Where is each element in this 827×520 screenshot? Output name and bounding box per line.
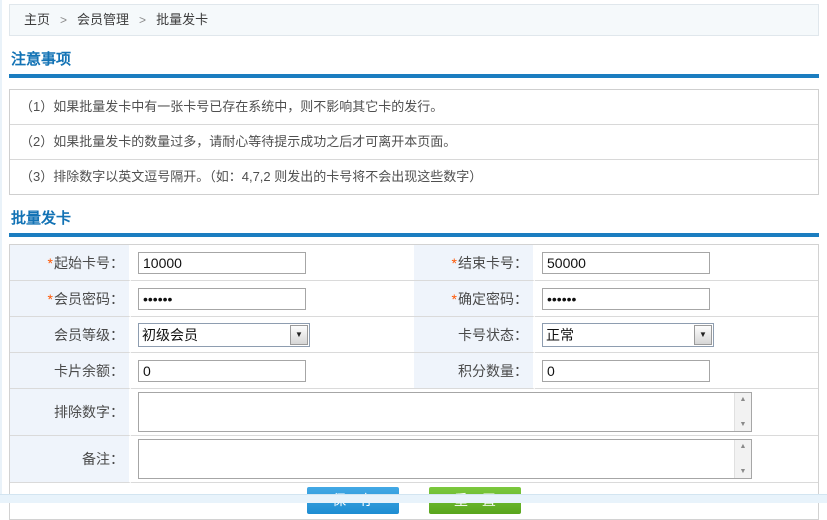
card-balance-input[interactable] [138, 360, 306, 382]
member-level-label: 会员等级： [10, 317, 131, 353]
scroll-up-icon[interactable]: ▲ [740, 443, 747, 450]
member-password-input[interactable] [138, 288, 306, 310]
member-level-select-wrap: 初级会员 ▼ [138, 323, 310, 347]
remark-textarea-wrap: ▲▼ [138, 439, 752, 479]
member-level-select[interactable]: 初级会员 [138, 323, 310, 347]
exclude-digits-textarea[interactable] [139, 393, 734, 431]
exclude-digits-label: 排除数字： [10, 389, 131, 436]
confirm-password-label: *确定密码： [414, 281, 535, 317]
exclude-digits-cell: ▲▼ [131, 389, 818, 436]
notice-item: （2）如果批量发卡的数量过多，请耐心等待提示成功之后才可离开本页面。 [10, 125, 818, 160]
required-mark: * [48, 255, 53, 271]
notice-item: （1）如果批量发卡中有一张卡号已存在系统中，则不影响其它卡的发行。 [10, 90, 818, 125]
notice-section-divider [9, 74, 819, 78]
batch-issue-form: *起始卡号： *结束卡号： *会员密码： *确定密码： 会员等级： [9, 244, 819, 520]
points-label: 积分数量： [414, 353, 535, 389]
member-password-cell [131, 281, 414, 317]
remark-cell: ▲▼ [131, 436, 818, 483]
form-row: 卡片余额： 积分数量： [10, 353, 818, 389]
breadcrumb-batch-issue: 批量发卡 [156, 12, 208, 27]
breadcrumb-separator-icon: > [60, 13, 67, 27]
exclude-digits-textarea-wrap: ▲▼ [138, 392, 752, 432]
footer-strip [0, 494, 827, 503]
page-left-edge [0, 0, 2, 503]
remark-textarea[interactable] [139, 440, 734, 478]
end-card-label: *结束卡号： [414, 245, 535, 281]
page: 主页 > 会员管理 > 批量发卡 注意事项 （1）如果批量发卡中有一张卡号已存在系统中，… [0, 0, 827, 520]
card-balance-cell [131, 353, 414, 389]
points-cell [535, 353, 818, 389]
breadcrumb: 主页 > 会员管理 > 批量发卡 [9, 4, 819, 36]
start-card-cell [131, 245, 414, 281]
breadcrumb-member-management[interactable]: 会员管理 [77, 12, 129, 27]
notice-item: （3）排除数字以英文逗号隔开。（如：4,7,2 则发出的卡号将不会出现这些数字） [10, 160, 818, 194]
required-mark: * [452, 291, 457, 307]
confirm-password-cell [535, 281, 818, 317]
textarea-scrollbar[interactable]: ▲▼ [734, 393, 751, 431]
form-row: 备注： ▲▼ [10, 436, 818, 483]
remark-label: 备注： [10, 436, 131, 483]
member-password-label: *会员密码： [10, 281, 131, 317]
form-section-title: 批量发卡 [11, 207, 819, 228]
start-card-label: *起始卡号： [10, 245, 131, 281]
card-status-select-wrap: 正常 ▼ [542, 323, 714, 347]
form-row: 排除数字： ▲▼ [10, 389, 818, 436]
breadcrumb-separator-icon: > [139, 13, 146, 27]
card-status-select[interactable]: 正常 [542, 323, 714, 347]
scroll-up-icon[interactable]: ▲ [740, 396, 747, 403]
required-mark: * [48, 291, 53, 307]
member-level-cell: 初级会员 ▼ [131, 317, 414, 353]
notice-section-title: 注意事项 [11, 48, 819, 69]
points-input[interactable] [542, 360, 710, 382]
confirm-password-input[interactable] [542, 288, 710, 310]
scroll-down-icon[interactable]: ▼ [740, 468, 747, 475]
textarea-scrollbar[interactable]: ▲▼ [734, 440, 751, 478]
card-status-cell: 正常 ▼ [535, 317, 818, 353]
card-status-label: 卡号状态： [414, 317, 535, 353]
start-card-input[interactable] [138, 252, 306, 274]
breadcrumb-home[interactable]: 主页 [24, 12, 50, 27]
end-card-input[interactable] [542, 252, 710, 274]
form-row: *会员密码： *确定密码： [10, 281, 818, 317]
form-row: *起始卡号： *结束卡号： [10, 245, 818, 281]
required-mark: * [452, 255, 457, 271]
form-row: 会员等级： 初级会员 ▼ 卡号状态： 正常 ▼ [10, 317, 818, 353]
scroll-down-icon[interactable]: ▼ [740, 421, 747, 428]
form-section-divider [9, 233, 819, 237]
notice-list: （1）如果批量发卡中有一张卡号已存在系统中，则不影响其它卡的发行。 （2）如果批… [9, 89, 819, 195]
end-card-cell [535, 245, 818, 281]
card-balance-label: 卡片余额： [10, 353, 131, 389]
